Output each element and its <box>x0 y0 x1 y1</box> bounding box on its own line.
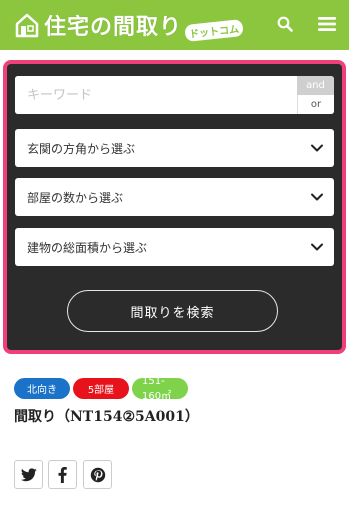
chevron-down-icon <box>311 243 323 251</box>
and-option[interactable]: and <box>297 76 334 95</box>
keyword-input[interactable] <box>15 76 297 114</box>
floor-area-select[interactable]: 建物の総面積から選ぶ <box>15 228 334 266</box>
pinterest-share-button[interactable] <box>83 460 112 489</box>
chevron-down-icon <box>311 144 323 152</box>
twitter-icon <box>20 467 37 481</box>
pinterest-icon <box>90 467 105 482</box>
select-label: 建物の総面積から選ぶ <box>27 240 148 255</box>
floorplan-search-button[interactable]: 間取りを検索 <box>67 290 278 332</box>
site-header: 住宅の間取り ドットコム <box>0 0 349 50</box>
and-or-toggle: and or <box>297 76 334 114</box>
room-count-select[interactable]: 部屋の数から選ぶ <box>15 178 334 216</box>
select-label: 玄関の方角から選ぶ <box>27 141 136 156</box>
search-panel: and or 玄関の方角から選ぶ 部屋の数から選ぶ 建物の総面積から選ぶ 間取り… <box>3 60 346 354</box>
chevron-down-icon <box>311 193 323 201</box>
header-search-button[interactable] <box>271 10 299 38</box>
hamburger-menu-icon <box>318 17 336 31</box>
entrance-direction-select[interactable]: 玄関の方角から選ぶ <box>15 129 334 167</box>
logo-text: 住宅の間取り <box>44 15 183 40</box>
facebook-icon <box>58 466 67 483</box>
select-label: 部屋の数から選ぶ <box>27 190 124 205</box>
site-logo[interactable]: 住宅の間取り ドットコム <box>14 9 244 42</box>
logo-subtext: ドットコム <box>184 18 244 42</box>
search-icon <box>277 16 293 32</box>
tag-rooms[interactable]: 5部屋 <box>73 378 129 399</box>
house-logo-icon <box>15 13 39 38</box>
tag-area[interactable]: 151-160㎡ <box>132 376 188 402</box>
or-option[interactable]: or <box>297 95 334 114</box>
facebook-share-button[interactable] <box>48 460 77 489</box>
page-title: 間取り（NT154②5A001） <box>14 409 199 425</box>
tag-direction[interactable]: 北向き <box>14 378 70 399</box>
twitter-share-button[interactable] <box>14 460 43 489</box>
header-menu-button[interactable] <box>313 10 341 38</box>
keyword-field-group: and or <box>15 76 334 114</box>
tag-list: 北向き 5部屋 151-160㎡ <box>14 376 188 402</box>
